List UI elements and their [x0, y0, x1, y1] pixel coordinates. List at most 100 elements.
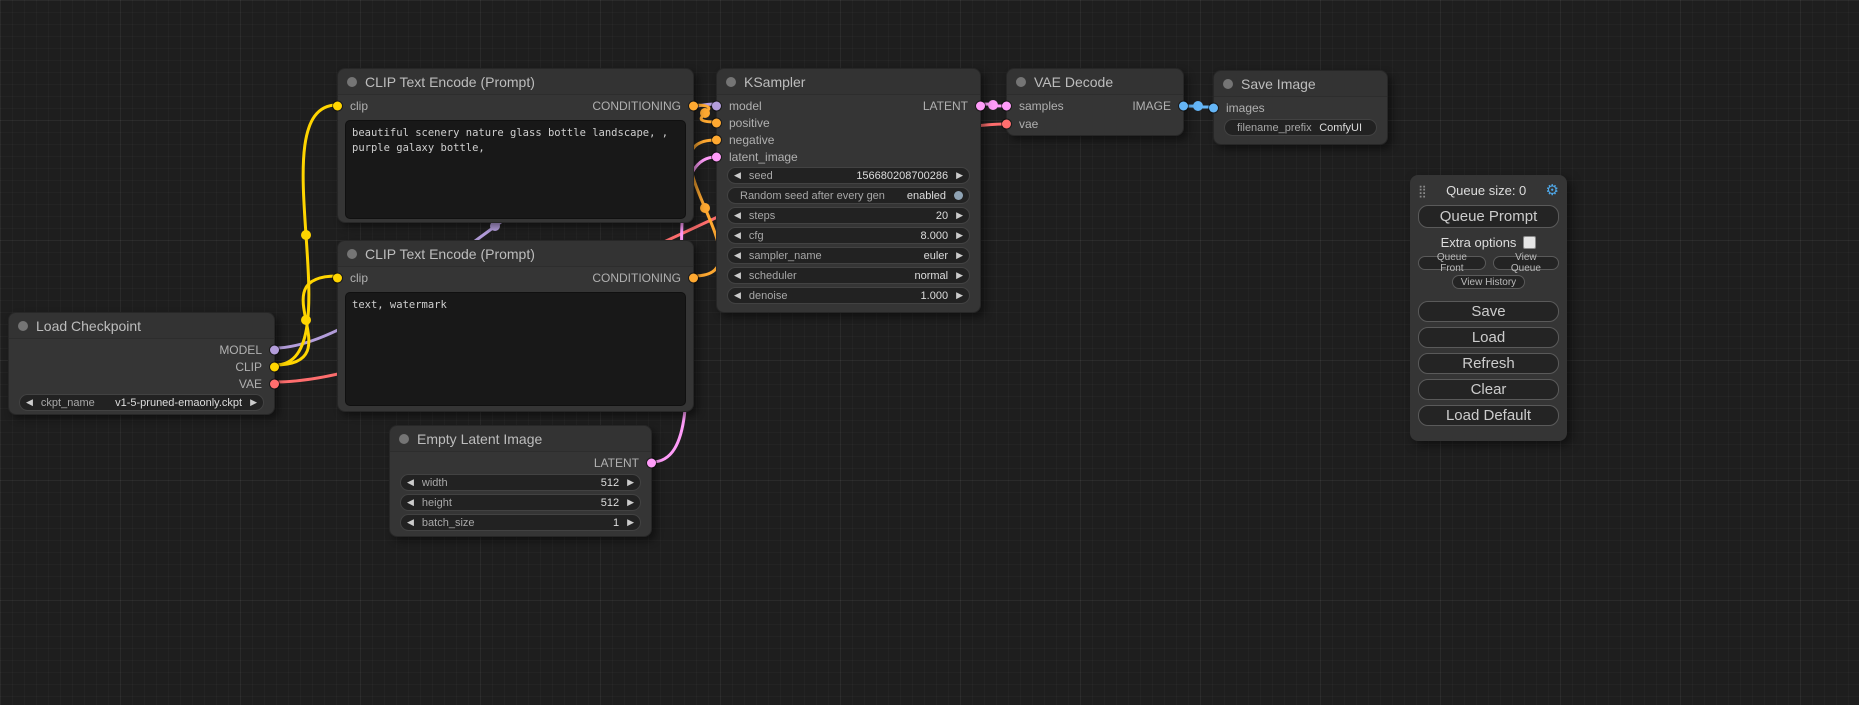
refresh-button[interactable]: Refresh — [1418, 353, 1559, 374]
toggle-knob[interactable] — [954, 191, 963, 200]
decrement-arrow-icon[interactable]: ◀ — [407, 518, 414, 527]
collapse-dot[interactable] — [347, 249, 357, 259]
widget-height[interactable]: ◀ height 512 ▶ — [400, 494, 641, 511]
drag-handle-icon[interactable]: ⣿ — [1418, 184, 1427, 198]
output-port-vae[interactable] — [270, 379, 279, 388]
next-value-arrow-icon[interactable]: ▶ — [250, 398, 257, 407]
widget-filename-prefix[interactable]: filename_prefix ComfyUI — [1224, 119, 1377, 136]
load-button[interactable]: Load — [1418, 327, 1559, 348]
widget-value: v1-5-pruned-emaonly.ckpt — [115, 397, 242, 409]
link-midpoint-dot — [700, 203, 710, 213]
input-port-negative[interactable] — [712, 135, 721, 144]
output-port-latent[interactable] — [647, 459, 656, 468]
input-port-samples[interactable] — [1002, 102, 1011, 111]
input-port-vae[interactable] — [1002, 120, 1011, 129]
output-port-latent[interactable] — [976, 101, 985, 110]
node-title: Empty Latent Image — [417, 431, 542, 447]
prev-value-arrow-icon[interactable]: ◀ — [734, 251, 741, 260]
view-history-button[interactable]: View History — [1452, 275, 1525, 289]
increment-arrow-icon[interactable]: ▶ — [627, 498, 634, 507]
collapse-dot[interactable] — [1016, 77, 1026, 87]
widget-scheduler[interactable]: ◀ scheduler normal ▶ — [727, 267, 970, 284]
decrement-arrow-icon[interactable]: ◀ — [734, 231, 741, 240]
widget-seed[interactable]: ◀ seed 156680208700286 ▶ — [727, 167, 970, 184]
node-empty-latent-image[interactable]: Empty Latent Image LATENT ◀ width 512 ▶ … — [389, 425, 652, 537]
decrement-arrow-icon[interactable]: ◀ — [734, 171, 741, 180]
decrement-arrow-icon[interactable]: ◀ — [407, 498, 414, 507]
settings-gear-icon[interactable]: ⚙ — [1546, 183, 1559, 198]
node-title-bar[interactable]: Empty Latent Image — [390, 426, 651, 452]
widget-cfg[interactable]: ◀ cfg 8.000 ▶ — [727, 227, 970, 244]
extra-options-checkbox[interactable] — [1523, 236, 1536, 249]
increment-arrow-icon[interactable]: ▶ — [956, 211, 963, 220]
node-clip-text-encode-positive[interactable]: CLIP Text Encode (Prompt) clip CONDITION… — [337, 68, 694, 223]
input-label-samples: samples — [1019, 99, 1064, 113]
node-vae-decode[interactable]: VAE Decode samples IMAGE vae — [1006, 68, 1184, 136]
prompt-text-input[interactable]: text, watermark — [345, 292, 686, 406]
collapse-dot[interactable] — [18, 321, 28, 331]
node-title: Save Image — [1241, 76, 1316, 92]
widget-value: 8.000 — [921, 230, 949, 242]
widget-ckpt-name[interactable]: ◀ ckpt_name v1-5-pruned-emaonly.ckpt ▶ — [19, 394, 264, 411]
collapse-dot[interactable] — [1223, 79, 1233, 89]
collapse-dot[interactable] — [399, 434, 409, 444]
widget-random-seed-toggle[interactable]: Random seed after every gen enabled — [727, 187, 970, 204]
node-save-image[interactable]: Save Image images filename_prefix ComfyU… — [1213, 70, 1388, 145]
input-port-latent-image[interactable] — [712, 152, 721, 161]
queue-prompt-button[interactable]: Queue Prompt — [1418, 205, 1559, 228]
decrement-arrow-icon[interactable]: ◀ — [407, 478, 414, 487]
widget-label: sampler_name — [749, 250, 924, 262]
output-label-latent: LATENT — [923, 99, 968, 113]
output-port-conditioning[interactable] — [689, 274, 698, 283]
input-port-model[interactable] — [712, 101, 721, 110]
widget-denoise[interactable]: ◀ denoise 1.000 ▶ — [727, 287, 970, 304]
collapse-dot[interactable] — [347, 77, 357, 87]
node-title-bar[interactable]: Load Checkpoint — [9, 313, 274, 339]
increment-arrow-icon[interactable]: ▶ — [627, 518, 634, 527]
decrement-arrow-icon[interactable]: ◀ — [734, 211, 741, 220]
input-port-clip[interactable] — [333, 102, 342, 111]
increment-arrow-icon[interactable]: ▶ — [956, 291, 963, 300]
node-title-bar[interactable]: Save Image — [1214, 71, 1387, 97]
input-port-images[interactable] — [1209, 104, 1218, 113]
prev-value-arrow-icon[interactable]: ◀ — [26, 398, 33, 407]
increment-arrow-icon[interactable]: ▶ — [956, 231, 963, 240]
save-button[interactable]: Save — [1418, 301, 1559, 322]
view-queue-button[interactable]: View Queue — [1493, 256, 1559, 270]
increment-arrow-icon[interactable]: ▶ — [627, 478, 634, 487]
widget-label: cfg — [749, 230, 921, 242]
widget-value: 20 — [936, 210, 948, 222]
widget-steps[interactable]: ◀ steps 20 ▶ — [727, 207, 970, 224]
input-port-positive[interactable] — [712, 118, 721, 127]
output-port-clip[interactable] — [270, 362, 279, 371]
node-clip-text-encode-negative[interactable]: CLIP Text Encode (Prompt) clip CONDITION… — [337, 240, 694, 412]
node-ksampler[interactable]: KSampler model LATENT positive negative … — [716, 68, 981, 313]
node-title-bar[interactable]: KSampler — [717, 69, 980, 95]
widget-width[interactable]: ◀ width 512 ▶ — [400, 474, 641, 491]
input-port-clip[interactable] — [333, 274, 342, 283]
output-port-conditioning[interactable] — [689, 102, 698, 111]
widget-sampler-name[interactable]: ◀ sampler_name euler ▶ — [727, 247, 970, 264]
queue-size-label: Queue size: 0 — [1446, 183, 1526, 198]
node-graph-canvas[interactable]: Load Checkpoint MODEL CLIP VAE ◀ ckpt_na… — [0, 0, 1859, 705]
node-title-bar[interactable]: VAE Decode — [1007, 69, 1183, 95]
node-title-bar[interactable]: CLIP Text Encode (Prompt) — [338, 69, 693, 95]
widget-label: scheduler — [749, 270, 915, 282]
collapse-dot[interactable] — [726, 77, 736, 87]
node-load-checkpoint[interactable]: Load Checkpoint MODEL CLIP VAE ◀ ckpt_na… — [8, 312, 275, 415]
decrement-arrow-icon[interactable]: ◀ — [734, 291, 741, 300]
output-port-model[interactable] — [270, 345, 279, 354]
load-default-button[interactable]: Load Default — [1418, 405, 1559, 426]
prompt-text-input[interactable]: beautiful scenery nature glass bottle la… — [345, 120, 686, 219]
widget-batch-size[interactable]: ◀ batch_size 1 ▶ — [400, 514, 641, 531]
output-port-image[interactable] — [1179, 102, 1188, 111]
next-value-arrow-icon[interactable]: ▶ — [956, 251, 963, 260]
input-label-clip: clip — [350, 99, 368, 113]
node-title-bar[interactable]: CLIP Text Encode (Prompt) — [338, 241, 693, 267]
next-value-arrow-icon[interactable]: ▶ — [956, 271, 963, 280]
clear-button[interactable]: Clear — [1418, 379, 1559, 400]
queue-front-button[interactable]: Queue Front — [1418, 256, 1486, 270]
prev-value-arrow-icon[interactable]: ◀ — [734, 271, 741, 280]
increment-arrow-icon[interactable]: ▶ — [956, 171, 963, 180]
link-midpoint-dot — [988, 100, 998, 110]
